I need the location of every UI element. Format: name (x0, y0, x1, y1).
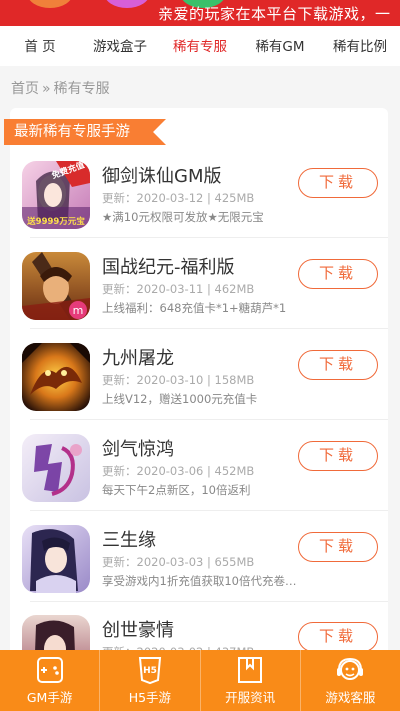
game-desc: 每天下午2点新区，10倍返利 (102, 483, 251, 497)
nav-game-box[interactable]: 游戏盒子 (80, 26, 160, 66)
tab-h5-games[interactable]: H5 H5手游 (100, 650, 201, 711)
download-button[interactable]: 下载 (298, 259, 378, 289)
breadcrumb-separator: » (42, 81, 51, 97)
notice-bar: 亲爱的玩家在本平台下载游戏，一 (0, 0, 400, 26)
tab-label: 开服资讯 (225, 690, 276, 705)
download-button[interactable]: 下载 (298, 441, 378, 471)
tab-customer-service[interactable]: 游戏客服 (301, 650, 400, 711)
tab-gm-games[interactable]: GM手游 (0, 650, 101, 711)
game-icon-badge-bottom: 送9999万元宝 (27, 217, 85, 227)
bottom-tab-bar: GM手游 H5 H5手游 开服资讯 游戏客服 (0, 650, 400, 711)
tab-server-news[interactable]: 开服资讯 (201, 650, 301, 711)
game-row[interactable]: 九州屠龙 更新：2020-03-10 | 158MB 上线V12，赠送1000元… (10, 330, 388, 420)
game-name[interactable]: 御剑诛仙GM版 (102, 162, 221, 188)
nav-home[interactable]: 首 页 (0, 26, 80, 66)
game-icon-jiuzhou[interactable] (22, 343, 90, 411)
download-button[interactable]: 下载 (298, 350, 378, 380)
row-divider (30, 419, 388, 420)
nav-rare-ratio[interactable]: 稀有比例 (320, 26, 400, 66)
bookmark-icon (238, 657, 263, 683)
row-divider (30, 328, 388, 329)
download-button[interactable]: 下载 (298, 532, 378, 562)
game-icon-guozhan[interactable]: m (22, 252, 90, 320)
game-row[interactable]: 三生缘 更新：2020-03-03 | 655MB 享受游戏内1折充值获取10倍… (10, 512, 388, 602)
game-meta: 更新：2020-03-03 | 655MB (102, 555, 255, 569)
game-desc: 上线福利：648充值卡*1+糖葫芦*1 (102, 301, 287, 315)
section-title: 最新稀有专服手游 (4, 119, 166, 145)
game-name[interactable]: 剑气惊鸿 (102, 435, 174, 461)
game-name[interactable]: 创世豪情 (102, 616, 174, 642)
h5-icon: H5 (138, 657, 161, 685)
row-divider (30, 237, 388, 238)
game-list-panel: 最新稀有专服手游 免费充值 送9999万元宝 御剑诛仙GM版 更新：2020-0… (4, 108, 388, 708)
notice-text: 亲爱的玩家在本平台下载游戏，一 (158, 5, 391, 23)
download-button[interactable]: 下载 (298, 168, 378, 198)
gamepad-icon (36, 657, 63, 683)
svg-text:m: m (73, 304, 84, 317)
game-meta: 更新：2020-03-06 | 452MB (102, 464, 255, 478)
game-icon-sansheng[interactable] (22, 525, 90, 593)
headset-icon (337, 657, 364, 680)
game-row[interactable]: 剑气惊鸿 更新：2020-03-06 | 452MB 每天下午2点新区，10倍返… (10, 421, 388, 511)
game-name[interactable]: 三生缘 (102, 526, 156, 552)
download-button[interactable]: 下载 (298, 622, 378, 652)
main-nav: 首 页 游戏盒子 稀有专服 稀有GM 稀有比例 (0, 26, 400, 66)
game-meta: 更新：2020-03-12 | 425MB (102, 191, 255, 205)
game-desc: ★满10元权限可发放★无限元宝 (102, 210, 264, 224)
nav-rare-gm[interactable]: 稀有GM (240, 26, 320, 66)
svg-text:H5: H5 (143, 666, 157, 676)
game-icon-jianqi[interactable] (22, 434, 90, 502)
game-name[interactable]: 九州屠龙 (102, 344, 174, 370)
breadcrumb: 首页» 稀有专服 (11, 78, 110, 98)
tab-label: 游戏客服 (325, 690, 376, 705)
row-divider (30, 510, 388, 511)
game-meta: 更新：2020-03-11 | 462MB (102, 282, 255, 296)
game-icon-yujian[interactable]: 免费充值 送9999万元宝 (22, 161, 90, 229)
tab-label: GM手游 (26, 690, 73, 705)
game-meta: 更新：2020-03-10 | 158MB (102, 373, 255, 387)
tab-label: H5手游 (128, 690, 172, 705)
game-desc: 享受游戏内1折充值获取10倍代充卷返... (102, 574, 307, 588)
game-row[interactable]: 免费充值 送9999万元宝 御剑诛仙GM版 更新：2020-03-12 | 42… (10, 148, 388, 238)
game-desc: 上线V12，赠送1000元充值卡 (102, 392, 258, 406)
nav-rare-server[interactable]: 稀有专服 (160, 26, 240, 66)
breadcrumb-home[interactable]: 首页 (11, 81, 39, 97)
game-row[interactable]: m 国战纪元-福利版 更新：2020-03-11 | 462MB 上线福利：64… (10, 239, 388, 329)
breadcrumb-current: 稀有专服 (53, 81, 110, 97)
game-name[interactable]: 国战纪元-福利版 (102, 253, 235, 279)
